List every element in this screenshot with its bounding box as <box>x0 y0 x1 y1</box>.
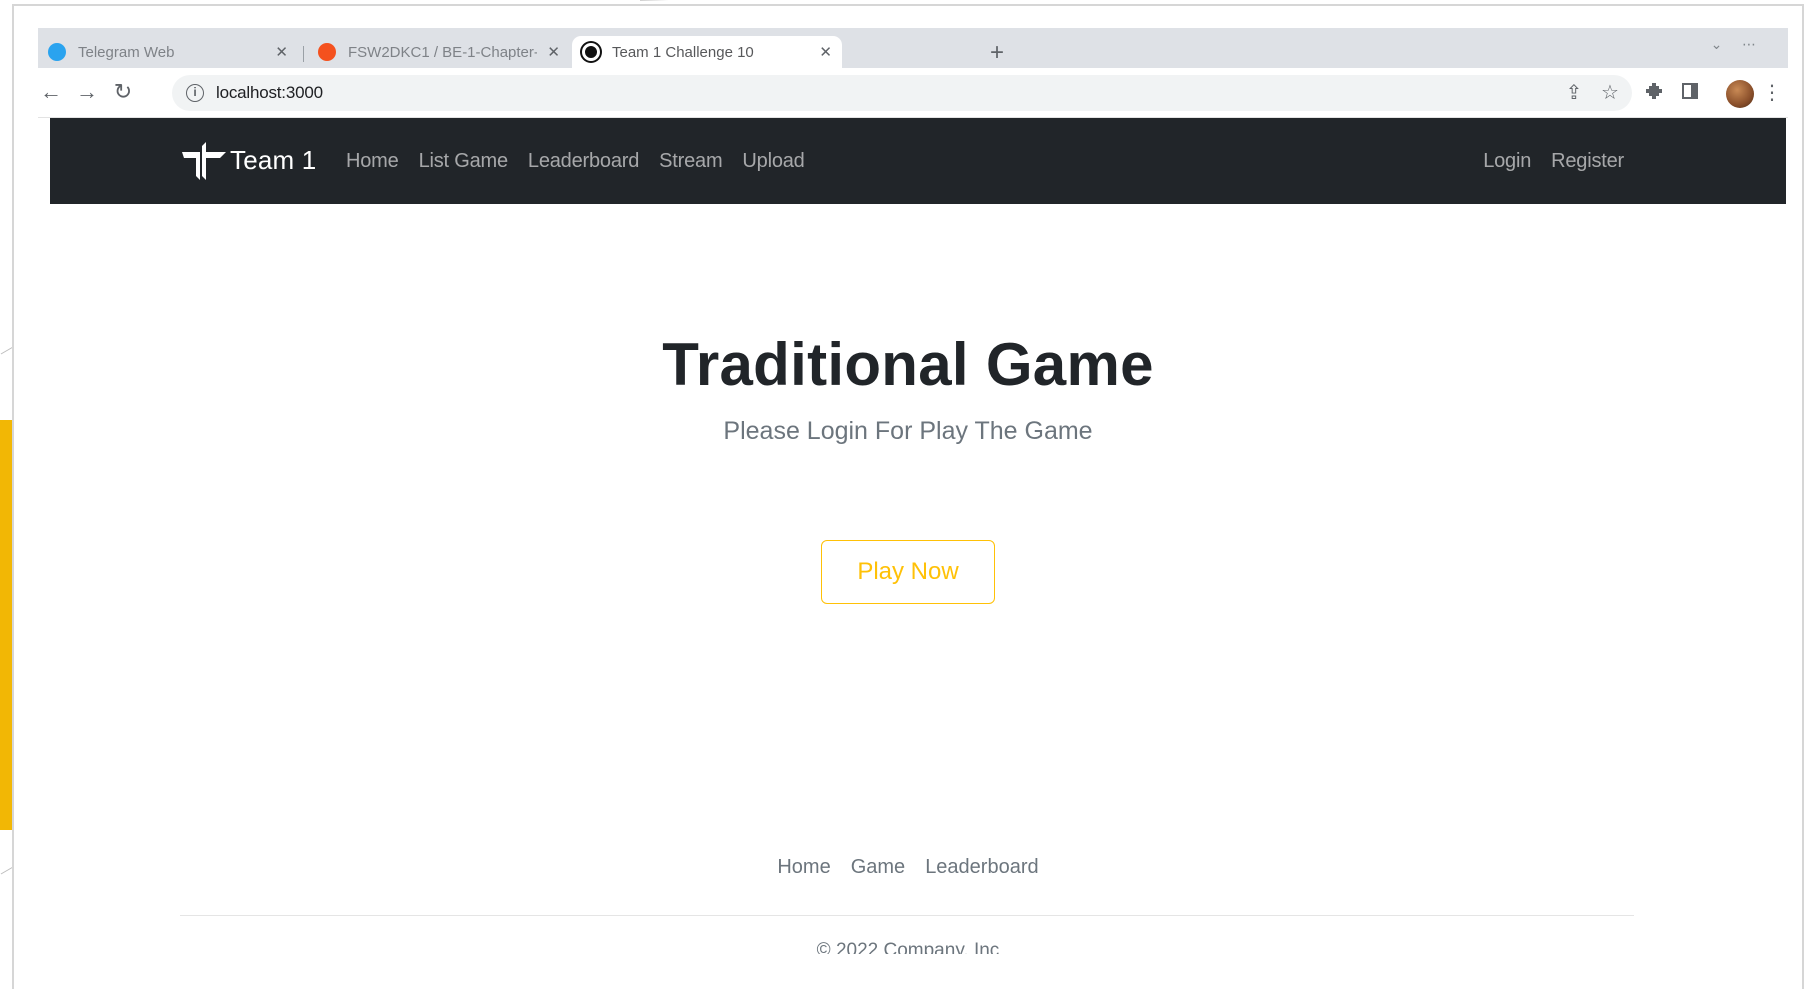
address-bar-url: localhost:3000 <box>216 83 323 102</box>
footer-copyright: © 2022 Company, Inc <box>816 940 1000 954</box>
primary-nav: Home List Game Leaderboard Stream Upload <box>346 118 805 204</box>
share-icon[interactable]: ⇪ <box>1562 81 1586 105</box>
nav-link-home[interactable]: Home <box>346 150 399 173</box>
nav-link-upload[interactable]: Upload <box>742 150 804 173</box>
tab-label: Team 1 Challenge 10 <box>612 43 754 61</box>
nav-link-leaderboard[interactable]: Leaderboard <box>528 150 639 173</box>
team-logo-icon <box>182 142 226 180</box>
site-navbar: Team 1 Home List Game Leaderboard Stream… <box>50 118 1786 204</box>
auth-nav: Login Register <box>1483 118 1624 204</box>
browser-tab-github[interactable]: FSW2DKC1 / BE-1-Chapter-11 · G ✕ <box>308 36 570 68</box>
tab-label: Telegram Web <box>78 43 175 61</box>
tab-separator <box>303 46 304 62</box>
gitlab-favicon-icon <box>318 43 336 61</box>
reload-icon[interactable]: ↻ <box>110 79 136 105</box>
address-bar[interactable]: i localhost:3000 <box>172 75 1632 111</box>
tab-label: FSW2DKC1 / BE-1-Chapter-11 · G <box>348 43 537 61</box>
tab-search-icon[interactable]: ⌄ ⋯ <box>1711 36 1758 53</box>
forward-arrow-icon[interactable]: → <box>74 79 100 105</box>
footer-divider <box>180 915 1634 916</box>
nav-link-list-game[interactable]: List Game <box>419 150 509 173</box>
kebab-menu-icon[interactable]: ⋮ <box>1760 81 1784 105</box>
puzzle-icon[interactable] <box>1642 81 1666 105</box>
footer-link-game[interactable]: Game <box>851 856 905 879</box>
register-link[interactable]: Register <box>1551 150 1624 173</box>
login-link[interactable]: Login <box>1483 150 1531 173</box>
browser-toolbar: ← → ↻ i localhost:3000 ⇪ ☆ ⋮ <box>38 68 1788 118</box>
nav-link-stream[interactable]: Stream <box>659 150 722 173</box>
browser-tab-team1[interactable]: Team 1 Challenge 10 ✕ <box>572 36 842 68</box>
browser-tab-telegram[interactable]: Telegram Web ✕ <box>38 36 298 68</box>
hero-subtitle: Please Login For Play The Game <box>723 417 1093 445</box>
close-tab-icon[interactable]: ✕ <box>547 43 560 61</box>
footer-link-leaderboard[interactable]: Leaderboard <box>925 856 1038 879</box>
back-arrow-icon[interactable]: ← <box>38 79 64 105</box>
side-panel-icon[interactable] <box>1678 81 1702 105</box>
browser-tab-strip: Telegram Web ✕ FSW2DKC1 / BE-1-Chapter-1… <box>38 28 1788 68</box>
site-info-icon[interactable]: i <box>186 84 204 102</box>
play-now-button[interactable]: Play Now <box>821 540 995 604</box>
decorative-line <box>639 0 1160 1</box>
star-icon[interactable]: ☆ <box>1598 81 1622 105</box>
new-tab-icon[interactable]: + <box>990 38 1004 68</box>
footer-link-home[interactable]: Home <box>777 856 830 879</box>
telegram-favicon-icon <box>48 43 66 61</box>
brand-logo-link[interactable]: Team 1 <box>180 136 316 184</box>
app-favicon-icon <box>582 43 600 61</box>
close-tab-icon[interactable]: ✕ <box>275 43 288 61</box>
profile-avatar[interactable] <box>1726 80 1754 108</box>
hero-title: Traditional Game <box>662 331 1154 398</box>
footer-nav: Home Game Leaderboard <box>0 856 1816 879</box>
close-tab-icon[interactable]: ✕ <box>819 43 832 61</box>
brand-name: Team 1 <box>230 144 317 175</box>
